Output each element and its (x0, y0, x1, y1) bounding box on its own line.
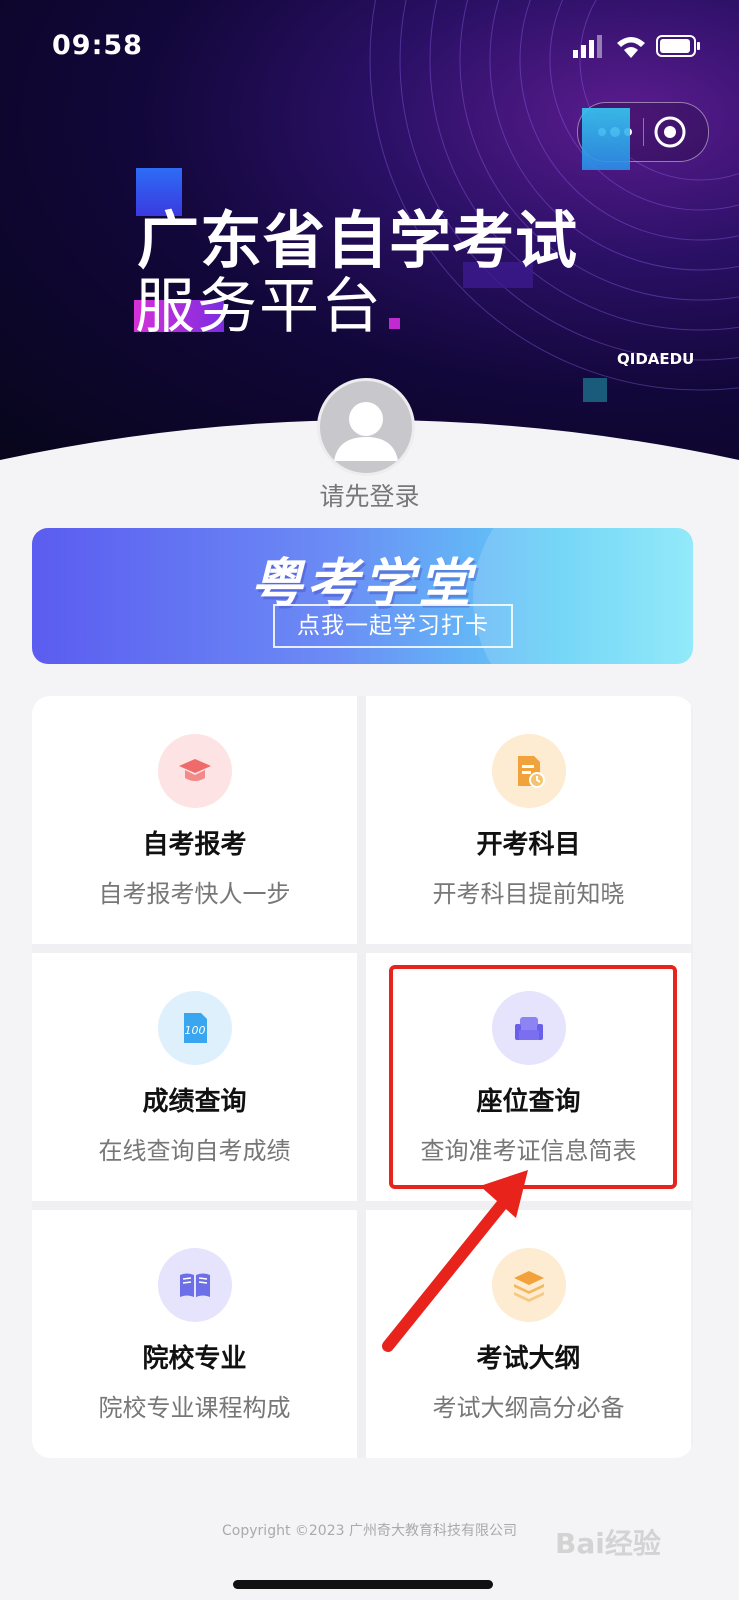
menu-item-desc: 开考科目提前知晓 (432, 880, 625, 908)
signal-icon (573, 50, 578, 58)
cyan-block-deco (582, 108, 630, 170)
header-subtitle: 服务平台 (135, 272, 383, 342)
status-time: 09:58 (52, 30, 143, 61)
icon-badge: 100 (158, 991, 232, 1065)
icon-badge (492, 734, 566, 808)
wifi-icon (617, 37, 645, 47)
menu-item-desc: 在线查询自考成绩 (98, 1137, 291, 1165)
menu-item-title: 成绩查询 (142, 1087, 247, 1117)
pink-square-deco (389, 318, 400, 329)
menu-item-title: 自考报考 (142, 830, 247, 860)
status-icons (573, 35, 700, 58)
menu-item-title: 开考科目 (476, 830, 581, 860)
login-prompt[interactable]: 请先登录 (0, 477, 739, 513)
capsule-divider (643, 118, 644, 146)
icon-badge (158, 1248, 232, 1322)
menu-item-college-majors[interactable]: 院校专业 院校专业课程构成 (32, 1210, 357, 1458)
score-sheet-icon: 100 (184, 1013, 207, 1043)
menu-item-desc: 自考报考快人一步 (98, 880, 291, 908)
brand-label: QIDAEDU (617, 350, 695, 368)
baidu-watermark: Bai经验 (555, 1522, 705, 1572)
graduation-cap-icon (179, 759, 211, 781)
menu-item-title: 院校专业 (142, 1344, 247, 1374)
avatar[interactable] (317, 378, 415, 476)
home-indicator[interactable] (233, 1580, 493, 1589)
checkin-button[interactable]: 点我一起学习打卡 (273, 604, 513, 648)
study-banner[interactable]: 粤考学堂 点我一起学习打卡 (32, 528, 693, 664)
svg-text:100: 100 (185, 1024, 206, 1037)
document-clock-icon (518, 756, 545, 788)
menu-item-desc: 考试大纲高分必备 (432, 1394, 625, 1422)
watermark-text: Bai经验 (555, 1527, 661, 1560)
annotation-arrow (382, 1170, 528, 1352)
menu-item-exam-subjects[interactable]: 开考科目 开考科目提前知晓 (366, 696, 691, 944)
open-book-icon (180, 1273, 210, 1297)
icon-badge (158, 734, 232, 808)
close-target-icon[interactable] (653, 115, 687, 149)
menu-item-exam-registration[interactable]: 自考报考 自考报考快人一步 (32, 696, 357, 944)
menu-item-score-query[interactable]: 100 成绩查询 在线查询自考成绩 (32, 953, 357, 1201)
user-icon (334, 402, 398, 461)
menu-item-desc: 院校专业课程构成 (98, 1394, 291, 1422)
